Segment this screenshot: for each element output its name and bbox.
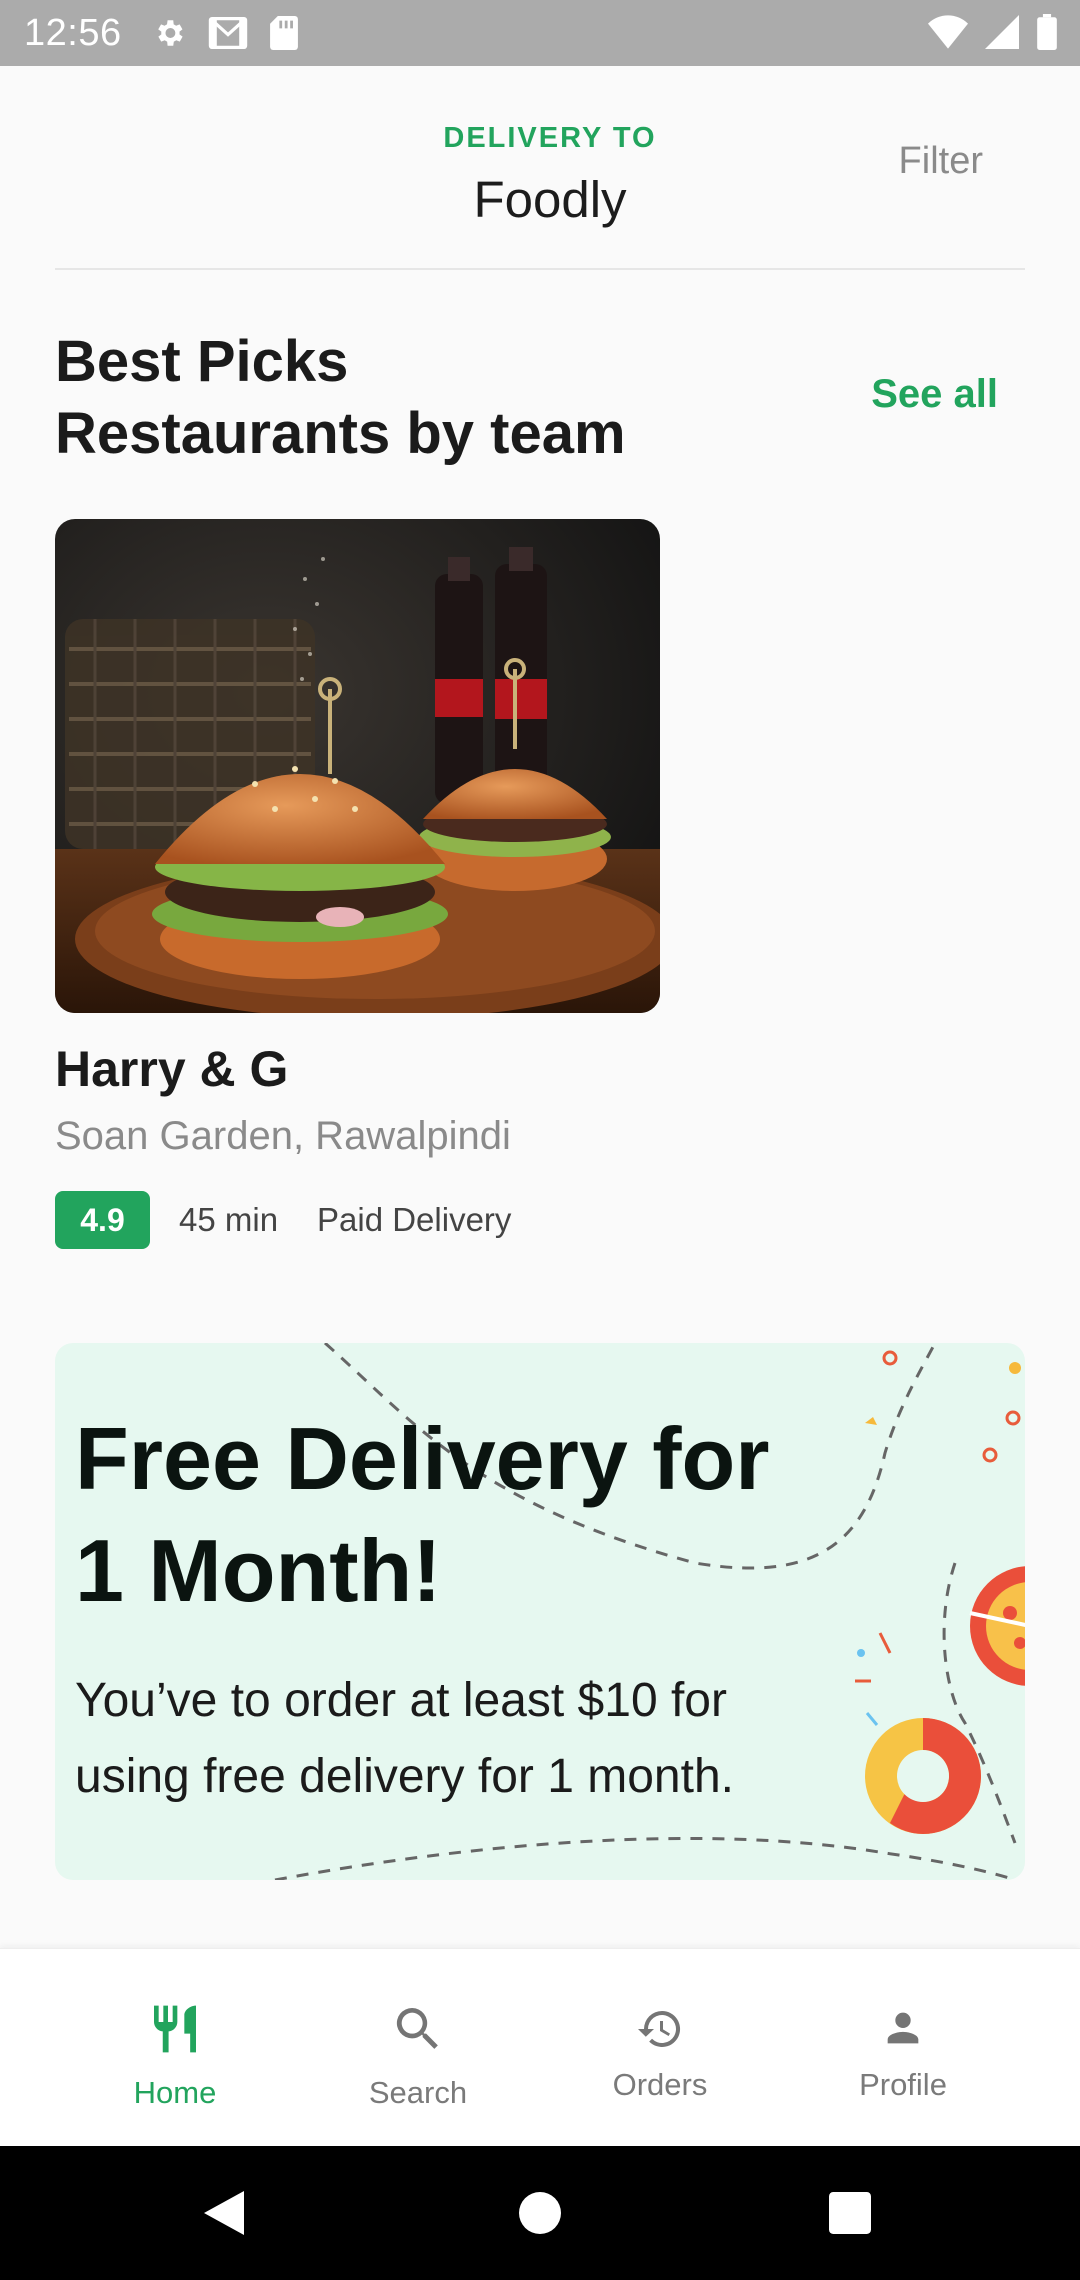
promo-title-line1: Free Delivery for [75,1409,770,1508]
see-all-button[interactable]: See all [871,372,998,417]
android-navigation-bar [0,2146,1080,2280]
delivery-type: Paid Delivery [317,1201,512,1238]
status-notification-icons [152,16,298,50]
back-icon[interactable] [204,2191,244,2235]
search-icon [396,2008,438,2049]
home-icon[interactable] [519,2192,561,2234]
promo-text-line2: using free delivery for 1 month. [75,1750,734,1803]
wifi-icon [928,15,968,49]
restaurant-address: Soan Garden, Rawalpindi [55,1114,511,1158]
nav-orders-label: Orders [612,2067,708,2102]
app-header: DELIVERY TO Foodly Filter [0,66,1080,270]
status-system-icons [928,14,1058,50]
nav-profile-label: Profile [859,2067,947,2102]
promo-text-line1: You’ve to order at least $10 for [75,1674,727,1727]
fork-knife-icon [154,2005,196,2053]
nav-profile[interactable]: Profile [783,1949,1023,2147]
rating-badge: 4.9 [55,1191,150,1249]
nav-search-label: Search [368,2075,468,2110]
recents-icon[interactable] [829,2192,871,2234]
promo-title-line2: 1 Month! [75,1521,442,1620]
status-bar: 12:56 [0,0,1080,66]
nav-home[interactable]: Home [55,1949,295,2147]
promo-text: You’ve to order at least $10 for using f… [75,1663,835,1815]
battery-icon [1037,14,1057,50]
sd-card-icon [269,16,298,50]
restaurant-name[interactable]: Harry & G [55,1040,288,1098]
delivery-time: 45 min [179,1201,279,1238]
nav-home-label: Home [133,2075,217,2110]
nav-orders[interactable]: Orders [540,1949,780,2147]
bottom-navigation: Home Search Orders Profile [0,1948,1080,2147]
header-divider [55,268,1025,270]
promo-title: Free Delivery for 1 Month! [75,1403,795,1627]
filter-button[interactable]: Filter [899,140,983,183]
section-title-line1: Best Picks [55,329,349,394]
settings-icon [157,20,183,46]
cell-signal-icon [985,15,1019,49]
section-title: Best Picks Restaurants by team [55,326,695,470]
nav-search[interactable]: Search [298,1949,538,2147]
restaurant-image[interactable] [55,519,660,1013]
promo-banner[interactable]: Free Delivery for 1 Month! You’ve to ord… [55,1343,1025,1880]
gmail-icon [208,17,247,49]
person-icon [887,2012,919,2044]
burger-photo [55,519,660,1013]
history-icon [638,2010,681,2047]
section-title-line2: Restaurants by team [55,401,626,466]
status-time: 12:56 [24,11,122,54]
